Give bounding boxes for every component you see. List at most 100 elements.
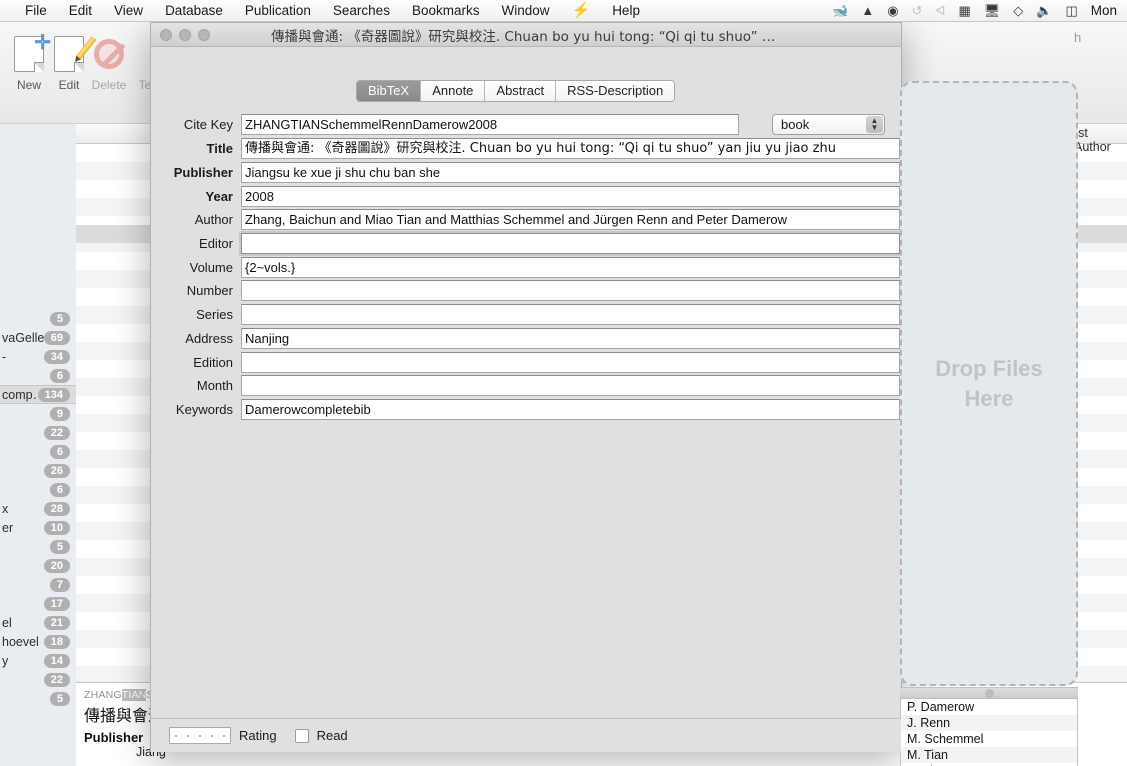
search-field-hint[interactable]: h [1074,30,1081,45]
group-row[interactable]: 7 [0,575,76,594]
menu-item-database[interactable]: Database [154,0,234,21]
group-row[interactable]: y 14 [0,651,76,670]
rating-label: Rating [239,728,277,743]
group-row[interactable]: 6 [0,366,76,385]
clock-app-icon[interactable]: ◉ [887,4,898,17]
field-input-series[interactable] [241,304,900,326]
field-input-editor[interactable] [239,231,902,257]
group-row[interactable]: 5 [0,309,76,328]
group-row[interactable]: comp…134 [0,385,76,404]
window-title-bar[interactable]: 傳播與會通: 《奇器圖說》研究與校注. Chuan bo yu hui tong… [151,23,901,47]
menu-item-searches[interactable]: Searches [322,0,401,21]
cite-key-input[interactable]: ZHANGTIANSchemmelRennDamerow2008 [241,113,739,135]
column-header-first-author[interactable]: rst Author [1074,126,1127,154]
author-list[interactable]: P. DamerowJ. RennM. SchemmelM. TianB. Zh… [900,699,1078,766]
menu-item-window[interactable]: Window [490,0,560,21]
field-row: Author Zhang, Baichun and Miao Tian and M… [165,208,900,232]
group-row-label: el [2,615,12,630]
menu-item-help[interactable]: Help [601,0,651,21]
field-label-edition: Edition [193,354,233,370]
menu-bar-clock[interactable]: Mon [1091,3,1119,18]
group-row[interactable]: er 10 [0,518,76,537]
tab-rss-description[interactable]: RSS-Description [556,81,675,101]
minimize-button[interactable] [179,28,191,41]
group-row[interactable]: 9 [0,404,76,423]
docker-icon[interactable]: 🐋 [832,4,848,17]
menu-item-edit[interactable]: Edit [58,0,103,21]
field-input-publisher[interactable]: Jiangsu ke xue ji shu chu ban she [241,162,900,184]
field-input-title[interactable]: 傳播與會通: 《奇器圖說》研究與校注. Chuan bo yu hui tong… [241,138,900,160]
splitter-knob-icon[interactable] [984,688,994,698]
read-checkbox[interactable] [294,728,309,743]
rating-stepper[interactable] [169,727,231,744]
field-input-year[interactable]: 2008 [241,185,900,207]
field-input-address[interactable]: Nanjing [241,327,900,349]
group-row[interactable]: 22 [0,670,76,689]
battery-icon[interactable]: ◫ [1065,4,1077,17]
group-row[interactable]: x 28 [0,499,76,518]
group-row[interactable]: 5 [0,689,76,708]
tab-annote[interactable]: Annote [421,81,486,101]
group-row[interactable]: 6 [0,442,76,461]
field-label-editor: Editor [199,236,233,252]
window-title: 傳播與會通: 《奇器圖說》研究與校注. Chuan bo yu hui tong… [271,28,885,45]
bluetooth-icon[interactable]: ᐊ [935,4,945,17]
author-list-item[interactable]: J. Renn [901,715,1077,731]
field-input-number[interactable] [241,280,900,302]
group-row-count: 6 [49,482,70,497]
entry-type-select[interactable]: book ▲ ▼ [772,113,885,135]
group-row-count: 5 [49,691,70,706]
zoom-button[interactable] [198,28,210,41]
bibdesk-app-icon[interactable]: ⚡ [561,0,602,21]
menu-item-file[interactable]: File [14,0,58,21]
airplay-icon[interactable]: 🖥 [984,4,1001,17]
wifi-icon[interactable]: ◇ [1013,4,1023,17]
group-row[interactable]: 26 [0,461,76,480]
dropbox-icon[interactable]: ▲ [861,4,874,17]
panel-splitter[interactable] [900,687,1078,699]
menu-item-publication[interactable]: Publication [234,0,322,21]
field-input-volume[interactable]: {2~vols.} [241,256,900,278]
field-row: Number [165,279,900,303]
group-row[interactable]: 20 [0,556,76,575]
group-row-count: 69 [43,330,70,345]
field-label-publisher: Publisher [173,165,233,181]
group-row[interactable]: 6 [0,480,76,499]
tab-abstract[interactable]: Abstract [485,81,557,101]
group-row[interactable]: 22 [0,423,76,442]
field-input-keywords[interactable]: Damerowcompletebib [241,398,900,420]
group-row[interactable]: 5 [0,537,76,556]
group-row-count: 9 [49,406,70,421]
author-list-item[interactable]: M. Tian [901,747,1077,763]
close-button[interactable] [160,28,172,41]
field-input-edition[interactable] [241,351,900,373]
author-list-item[interactable]: P. Damerow [901,699,1077,715]
field-row: Month [165,374,900,398]
field-row: Keywords Damerowcompletebib [165,398,900,422]
field-row: Address Nanjing [165,327,900,351]
group-row-label: comp… [2,387,38,402]
group-row[interactable]: hoevel 18 [0,632,76,651]
group-row[interactable]: 17 [0,594,76,613]
menu-bar-status-area: 🐋 ▲ ◉ ↺ ᐊ ▦ 🖥 ◇ 🔈 ◫ Mon [832,3,1127,18]
editor-bottom-bar: Rating Read [151,718,901,752]
group-row[interactable]: - 34 [0,347,76,366]
field-input-author[interactable]: Zhang, Baichun and Miao Tian and Matthia… [241,209,900,231]
tab-bibtex[interactable]: BibTeX [357,81,422,101]
drop-files-zone[interactable]: Drop Files Here [900,81,1078,686]
battery-meter-icon[interactable]: ▦ [958,4,970,17]
time-machine-icon[interactable]: ↺ [912,4,923,17]
field-input-month[interactable] [241,375,900,397]
chevron-updown-icon[interactable]: ▲ ▼ [866,115,883,133]
author-list-item[interactable]: M. Schemmel [901,731,1077,747]
group-row-count: 18 [43,634,70,649]
group-row-count: 5 [49,539,70,554]
group-row-count: 10 [43,520,70,535]
group-sidebar[interactable]: 5 vaGeller69 - 34 6 comp…134 9 22 6 26 6 x 28 er 10 5 20… [0,124,76,766]
file-panel: Drop Files Here P. Damerow J. Renn M. Sche… [900,81,1078,766]
menu-item-view[interactable]: View [103,0,154,21]
group-row[interactable]: el 21 [0,613,76,632]
volume-icon[interactable]: 🔈 [1036,4,1052,17]
menu-item-bookmarks[interactable]: Bookmarks [401,0,491,21]
group-row[interactable]: vaGeller69 [0,328,76,347]
